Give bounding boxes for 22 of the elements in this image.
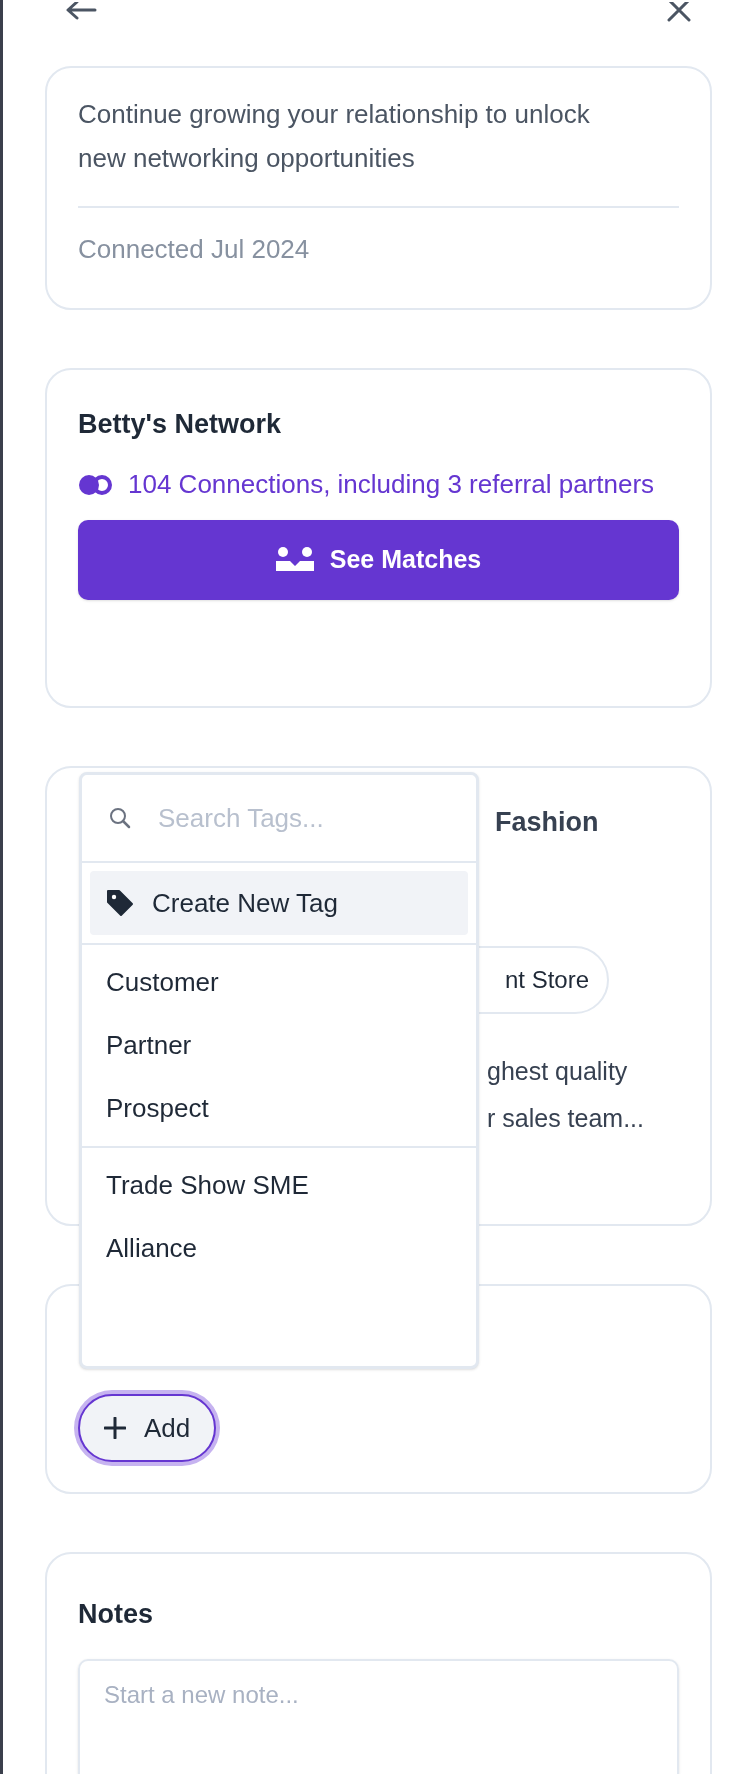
tag-option[interactable]: Alliance	[82, 1217, 476, 1280]
search-field[interactable]: Search Tags...	[158, 798, 450, 838]
tag-option[interactable]: Partner	[82, 1014, 476, 1077]
company-name: Fashion	[495, 806, 599, 839]
people-icon	[275, 546, 314, 573]
search-icon	[108, 806, 132, 830]
section-title: Notes	[78, 1598, 154, 1631]
tag-option[interactable]: Trade Show SME	[82, 1154, 476, 1217]
section-title: Betty's Network	[78, 408, 282, 441]
connections-summary[interactable]: 104 Connections, including 3 referral partners	[128, 462, 655, 506]
relationship-message: Continue growing your relationship to unlock new networking opportunities	[78, 98, 591, 175]
tag-option[interactable]: Prospect	[82, 1077, 476, 1140]
back-icon[interactable]	[65, 2, 97, 22]
tag-icon	[106, 889, 134, 917]
company-description: ghest quality r sales team...	[487, 1056, 644, 1134]
plus-icon	[104, 1417, 126, 1439]
overlapping-circles-icon	[78, 472, 114, 497]
connected-date: Connected Jul 2024	[78, 233, 311, 266]
note-field[interactable]: Start a new note...	[78, 1658, 679, 1774]
see-matches-button[interactable]: See Matches	[78, 519, 679, 600]
create-tag-item[interactable]: Create New Tag	[90, 871, 468, 935]
close-icon[interactable]	[666, 2, 692, 22]
